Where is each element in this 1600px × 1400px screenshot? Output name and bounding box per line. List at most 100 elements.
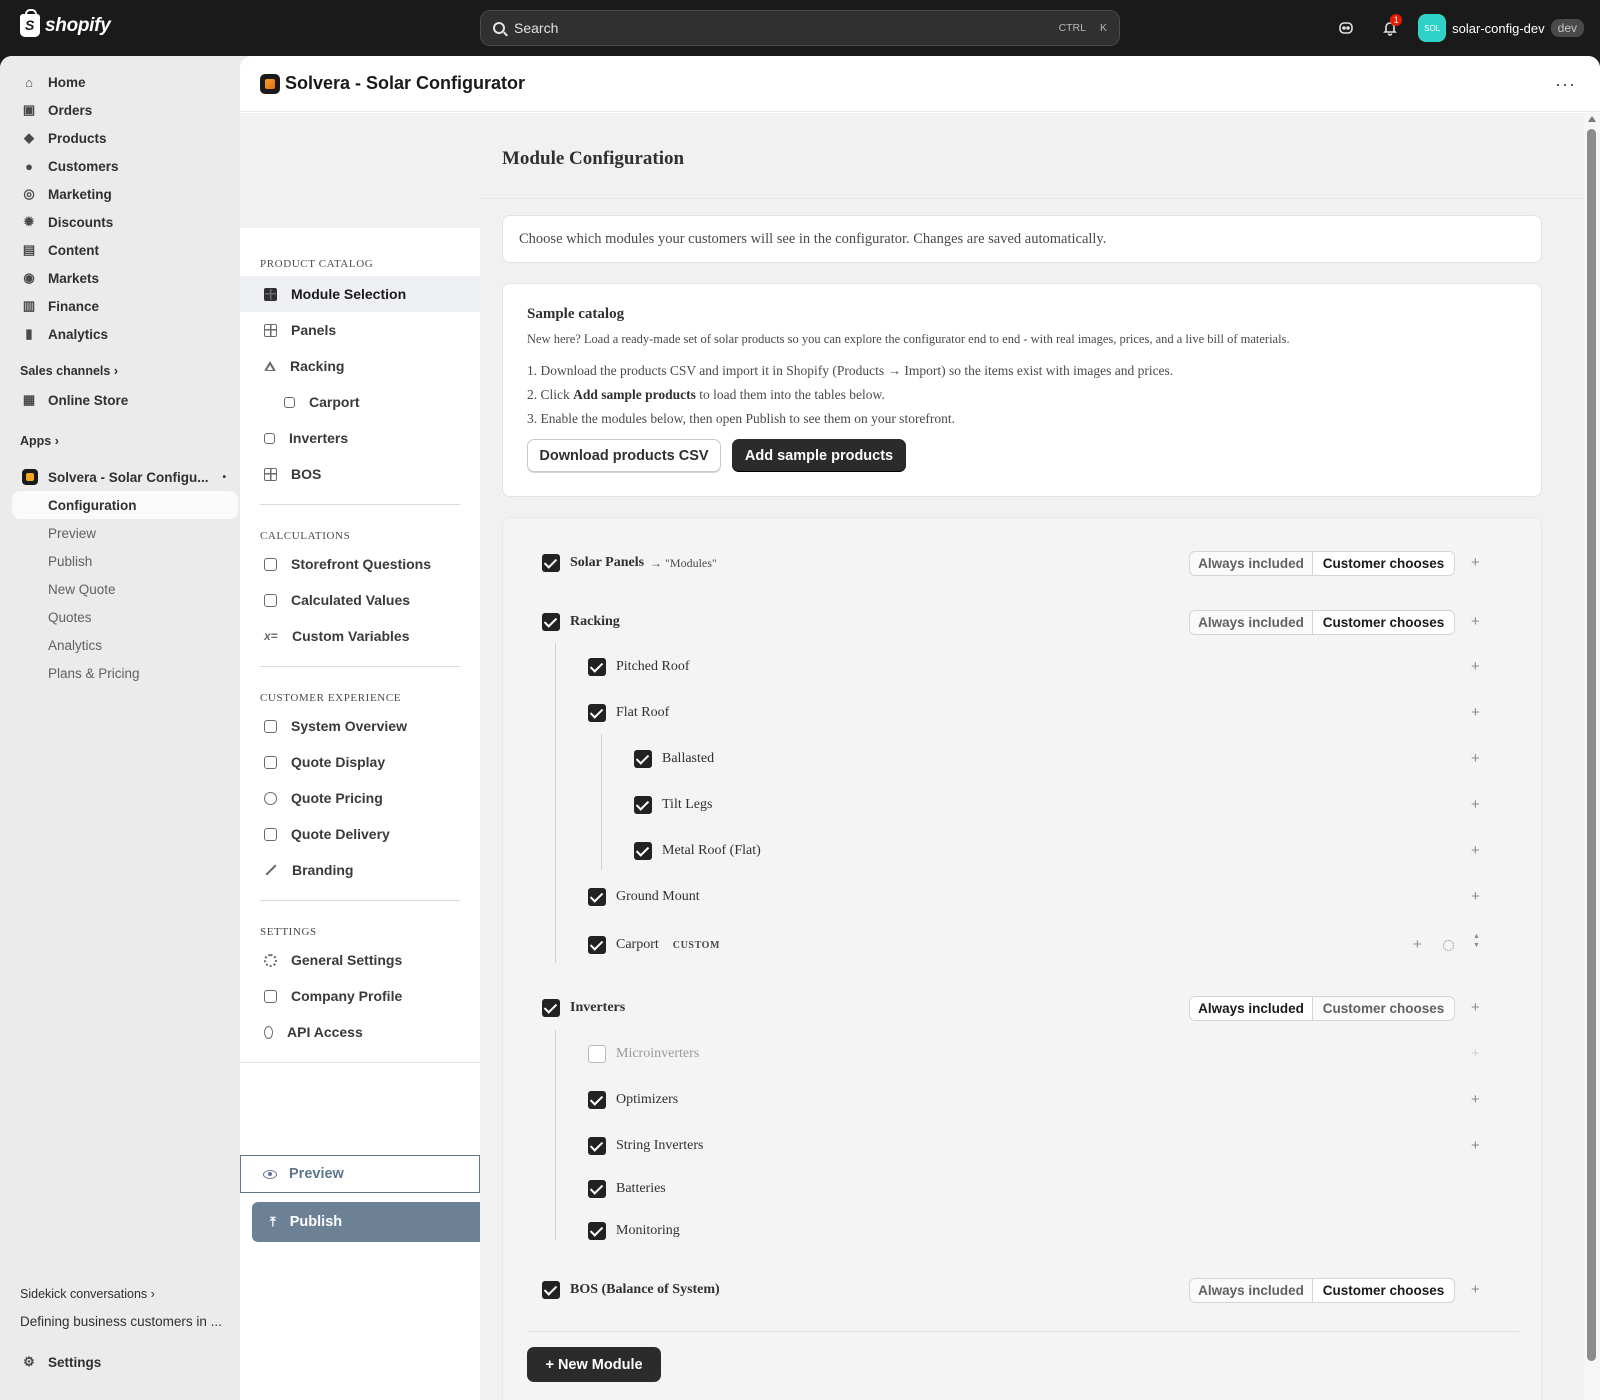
add-submodule-icon[interactable]: +: [1471, 1281, 1480, 1298]
inverters-mode-toggle[interactable]: Always included Customer chooses: [1189, 996, 1455, 1021]
nav-app-configuration[interactable]: Configuration: [12, 491, 238, 519]
store-switcher[interactable]: SOL solar-config-dev dev: [1418, 14, 1584, 42]
always-included-option[interactable]: Always included: [1190, 997, 1314, 1020]
add-submodule-icon[interactable]: +: [1471, 1137, 1480, 1154]
submodule-checkbox[interactable]: [588, 1045, 606, 1063]
bos-mode-toggle[interactable]: Always included Customer chooses: [1189, 1278, 1455, 1303]
add-submodule-icon[interactable]: +: [1413, 936, 1422, 953]
submodule-checkbox[interactable]: [634, 842, 652, 860]
cfg-carport[interactable]: Carport: [240, 384, 480, 420]
submodule-checkbox[interactable]: [588, 1180, 606, 1198]
submodule-ballasted[interactable]: Ballasted: [634, 750, 714, 768]
submodule-pitched-roof[interactable]: Pitched Roof: [588, 658, 690, 676]
add-submodule-icon[interactable]: +: [1471, 796, 1480, 813]
submodule-checkbox[interactable]: [588, 704, 606, 722]
cfg-quote-pricing[interactable]: Quote Pricing: [240, 780, 480, 816]
scroll-up-icon[interactable]: [1588, 116, 1596, 122]
module-checkbox[interactable]: [542, 999, 560, 1017]
customer-chooses-option[interactable]: Customer chooses: [1313, 997, 1454, 1020]
submodule-flat-roof[interactable]: Flat Roof: [588, 704, 669, 722]
cfg-storefront-questions[interactable]: Storefront Questions: [240, 546, 480, 582]
more-actions-icon[interactable]: ···: [1555, 74, 1576, 95]
cfg-calculated-values[interactable]: Calculated Values: [240, 582, 480, 618]
customer-chooses-option[interactable]: Customer chooses: [1313, 611, 1454, 634]
module-inverters[interactable]: Inverters: [542, 999, 625, 1017]
solar-panels-mode-toggle[interactable]: Always included Customer chooses: [1189, 551, 1455, 576]
add-submodule-icon[interactable]: +: [1471, 704, 1480, 721]
add-submodule-icon[interactable]: +: [1471, 554, 1480, 571]
nav-orders[interactable]: ▣ Orders: [12, 96, 238, 124]
notifications-bell-icon[interactable]: 1: [1374, 12, 1406, 44]
nav-discounts[interactable]: ✹ Discounts: [12, 208, 238, 236]
module-solar-panels[interactable]: Solar Panels → "Modules": [542, 554, 717, 572]
cfg-company-profile[interactable]: Company Profile: [240, 978, 480, 1014]
add-sample-products-button[interactable]: Add sample products: [732, 439, 906, 472]
add-submodule-icon[interactable]: +: [1471, 999, 1480, 1016]
search-input[interactable]: [514, 20, 1049, 36]
submodule-checkbox[interactable]: [588, 1222, 606, 1240]
module-checkbox[interactable]: [542, 613, 560, 631]
submodule-ground-mount[interactable]: Ground Mount: [588, 888, 700, 906]
submodule-metal-roof-flat[interactable]: Metal Roof (Flat): [634, 842, 761, 860]
module-bos[interactable]: BOS (Balance of System): [542, 1281, 720, 1299]
add-submodule-icon[interactable]: +: [1471, 613, 1480, 630]
nav-app-solvera[interactable]: Solvera - Solar Configu... •: [12, 463, 238, 491]
submodule-checkbox[interactable]: [588, 1091, 606, 1109]
submodule-monitoring[interactable]: Monitoring: [588, 1222, 680, 1240]
publish-button[interactable]: ⤒ Publish: [252, 1202, 480, 1242]
nav-app-new-quote[interactable]: New Quote: [48, 582, 116, 597]
nav-content[interactable]: ▤ Content: [12, 236, 238, 264]
gear-icon[interactable]: [1443, 940, 1454, 951]
always-included-option[interactable]: Always included: [1190, 611, 1314, 634]
add-submodule-icon[interactable]: +: [1471, 842, 1480, 859]
add-submodule-icon[interactable]: +: [1471, 1091, 1480, 1108]
nav-app-preview[interactable]: Preview: [48, 526, 96, 541]
nav-finance[interactable]: ▥ Finance: [12, 292, 238, 320]
cfg-quote-delivery[interactable]: Quote Delivery: [240, 816, 480, 852]
submodule-checkbox[interactable]: [588, 888, 606, 906]
sidekick-conversations-heading[interactable]: Sidekick conversations ›: [20, 1287, 155, 1301]
add-submodule-icon[interactable]: +: [1471, 750, 1480, 767]
submodule-checkbox[interactable]: [634, 796, 652, 814]
submodule-tilt-legs[interactable]: Tilt Legs: [634, 796, 712, 814]
shopify-logo[interactable]: shopify: [20, 9, 111, 37]
add-submodule-icon[interactable]: +: [1471, 658, 1480, 675]
submodule-optimizers[interactable]: Optimizers: [588, 1091, 678, 1109]
submodule-string-inverters[interactable]: String Inverters: [588, 1137, 703, 1155]
cfg-racking[interactable]: Racking: [240, 348, 480, 384]
submodule-checkbox[interactable]: [588, 936, 606, 954]
always-included-option[interactable]: Always included: [1190, 1279, 1314, 1302]
cfg-api-access[interactable]: API Access: [240, 1014, 480, 1050]
nav-settings[interactable]: ⚙ Settings: [12, 1348, 238, 1376]
cfg-branding[interactable]: Branding: [240, 852, 480, 888]
cfg-bos[interactable]: BOS: [240, 456, 480, 492]
always-included-option[interactable]: Always included: [1190, 552, 1314, 575]
add-submodule-icon[interactable]: +: [1471, 888, 1480, 905]
cfg-system-overview[interactable]: System Overview: [240, 708, 480, 744]
sales-channels-heading[interactable]: Sales channels ›: [20, 364, 118, 378]
customer-chooses-option[interactable]: Customer chooses: [1313, 552, 1454, 575]
submodule-batteries[interactable]: Batteries: [588, 1180, 666, 1198]
scrollbar[interactable]: [1584, 113, 1600, 1400]
download-products-csv-button[interactable]: Download products CSV: [527, 439, 721, 472]
global-search[interactable]: CTRL K: [480, 10, 1120, 46]
cfg-module-selection[interactable]: Module Selection: [240, 276, 480, 312]
nav-app-quotes[interactable]: Quotes: [48, 610, 92, 625]
cfg-custom-variables[interactable]: x= Custom Variables: [240, 618, 480, 654]
module-checkbox[interactable]: [542, 1281, 560, 1299]
cfg-quote-display[interactable]: Quote Display: [240, 744, 480, 780]
sidekick-recent-conversation[interactable]: Defining business customers in ...: [20, 1314, 222, 1329]
nav-app-analytics[interactable]: Analytics: [48, 638, 102, 653]
apps-heading[interactable]: Apps ›: [20, 434, 59, 448]
nav-customers[interactable]: ● Customers: [12, 152, 238, 180]
module-checkbox[interactable]: [542, 554, 560, 572]
nav-online-store[interactable]: ▦ Online Store: [12, 386, 238, 414]
cfg-inverters[interactable]: Inverters: [240, 420, 480, 456]
submodule-carport[interactable]: Carport CUSTOM: [588, 936, 720, 954]
submodule-checkbox[interactable]: [634, 750, 652, 768]
submodule-microinverters[interactable]: Microinverters: [588, 1045, 699, 1063]
submodule-checkbox[interactable]: [588, 658, 606, 676]
nav-app-plans-pricing[interactable]: Plans & Pricing: [48, 666, 140, 681]
nav-products[interactable]: ◆ Products: [12, 124, 238, 152]
racking-mode-toggle[interactable]: Always included Customer chooses: [1189, 610, 1455, 635]
